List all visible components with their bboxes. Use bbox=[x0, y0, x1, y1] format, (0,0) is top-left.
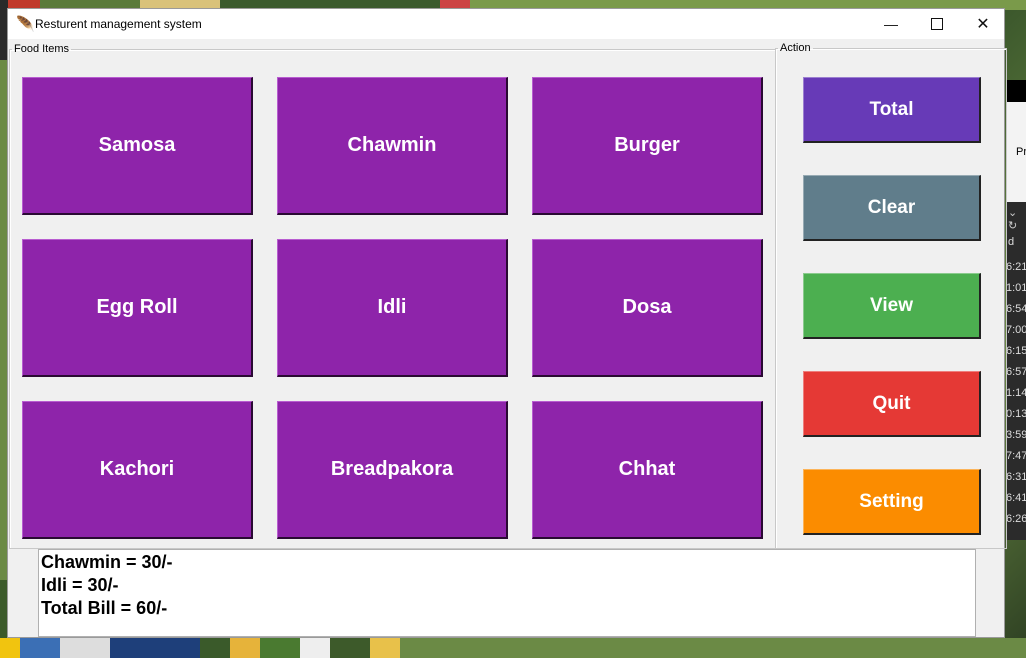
close-button[interactable]: ✕ bbox=[960, 9, 1006, 39]
minimize-button[interactable]: — bbox=[868, 9, 914, 39]
bill-text-area[interactable]: Chawmin = 30/- Idli = 30/- Total Bill = … bbox=[38, 549, 976, 637]
app-window: 🪶 Resturent management system — ✕ Food I… bbox=[7, 8, 1007, 638]
background-app-window: Pr ⌄ ↻ d 6:21 1:01 6:54 7:00 6:15 6:57 1… bbox=[1006, 80, 1026, 540]
quit-button[interactable]: Quit bbox=[803, 371, 981, 437]
bill-total-line: Total Bill = 60/- bbox=[41, 598, 168, 618]
food-button-samosa[interactable]: Samosa bbox=[22, 77, 253, 215]
list-item: 6:41 bbox=[1006, 492, 1026, 504]
bill-line: Idli = 30/- bbox=[41, 575, 119, 595]
maximize-icon bbox=[931, 18, 943, 30]
background-app-time-list: 6:21 1:01 6:54 7:00 6:15 6:57 1:14 0:13 … bbox=[1006, 260, 1026, 533]
food-button-chawmin[interactable]: Chawmin bbox=[277, 77, 508, 215]
food-button-breadpakora[interactable]: Breadpakora bbox=[277, 401, 508, 539]
list-item: 6:54 bbox=[1006, 303, 1026, 315]
background-app-header bbox=[1006, 80, 1026, 102]
list-item: 6:57 bbox=[1006, 366, 1026, 378]
title-bar[interactable]: 🪶 Resturent management system — ✕ bbox=[8, 9, 1004, 39]
total-button[interactable]: Total bbox=[803, 77, 981, 143]
list-item: 6:26 bbox=[1006, 513, 1026, 525]
list-item: 0:13 bbox=[1006, 408, 1026, 420]
bill-line: Chawmin = 30/- bbox=[41, 552, 173, 572]
feather-icon: 🪶 bbox=[16, 16, 35, 33]
background-app-label: Pr bbox=[1016, 146, 1026, 158]
list-item: 6:15 bbox=[1006, 345, 1026, 357]
setting-button[interactable]: Setting bbox=[803, 469, 981, 535]
clear-button[interactable]: Clear bbox=[803, 175, 981, 241]
background-app-column-label: d bbox=[1008, 236, 1015, 248]
list-item: 1:01 bbox=[1006, 282, 1026, 294]
window-title: Resturent management system bbox=[35, 17, 202, 31]
taskbar-icons-strip bbox=[0, 638, 1026, 658]
list-item: 6:21 bbox=[1006, 261, 1026, 273]
food-items-label: Food Items bbox=[14, 43, 70, 55]
action-label: Action bbox=[780, 42, 811, 54]
list-item: 1:14 bbox=[1006, 387, 1026, 399]
food-button-kachori[interactable]: Kachori bbox=[22, 401, 253, 539]
list-item: 7:00 bbox=[1006, 324, 1026, 336]
food-button-burger[interactable]: Burger bbox=[532, 77, 763, 215]
food-button-egg-roll[interactable]: Egg Roll bbox=[22, 239, 253, 377]
list-item: 3:59 bbox=[1006, 429, 1026, 441]
list-item: 7:47 bbox=[1006, 450, 1026, 462]
food-button-idli[interactable]: Idli bbox=[277, 239, 508, 377]
food-button-dosa[interactable]: Dosa bbox=[532, 239, 763, 377]
food-button-chhat[interactable]: Chhat bbox=[532, 401, 763, 539]
minimize-icon: — bbox=[884, 16, 898, 32]
food-items-frame: Food Items Samosa Chawmin Burger Egg Rol… bbox=[9, 43, 777, 549]
list-item: 6:31 bbox=[1006, 471, 1026, 483]
chevron-down-icon: ⌄ ↻ bbox=[1008, 207, 1018, 232]
close-icon: ✕ bbox=[976, 16, 990, 33]
maximize-button[interactable] bbox=[914, 9, 960, 39]
view-button[interactable]: View bbox=[803, 273, 981, 339]
action-frame: Action Total Clear View Quit Setting bbox=[775, 42, 1007, 549]
